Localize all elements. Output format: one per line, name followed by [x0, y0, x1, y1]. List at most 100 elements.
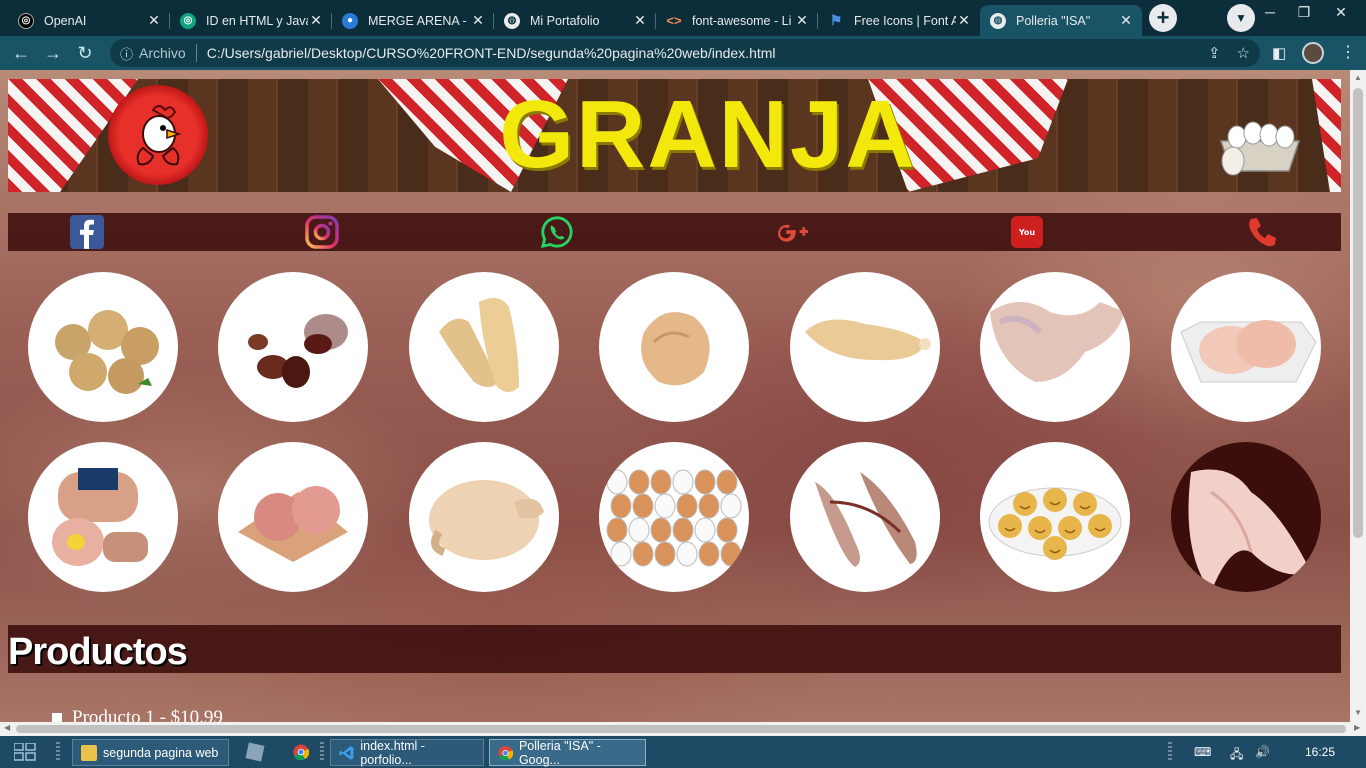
egg	[694, 469, 716, 495]
product-chicken-leg-quarter[interactable]	[980, 272, 1130, 422]
tab-search-button[interactable]: ▼	[1227, 4, 1255, 32]
avatar[interactable]	[1302, 42, 1324, 64]
bullet-icon	[52, 713, 62, 722]
more-menu-icon[interactable]: ⋮	[1340, 42, 1356, 62]
tab-title: Mi Portafolio	[530, 13, 600, 28]
taskbar-grip	[56, 742, 60, 762]
bookmark-star-icon[interactable]: ☆	[1237, 44, 1250, 62]
egg	[676, 493, 698, 519]
egg	[650, 469, 672, 495]
close-icon[interactable]: ✕	[308, 12, 324, 29]
product-eggs[interactable]	[599, 442, 749, 592]
tab-title: Free Icons | Font A	[854, 13, 956, 28]
product-stuffed-roll[interactable]	[28, 442, 178, 592]
egg	[698, 493, 720, 519]
google-plus-link[interactable]	[775, 215, 809, 249]
instagram-link[interactable]	[305, 215, 339, 249]
volume-icon[interactable]: 🔊	[1255, 745, 1270, 759]
arrow-right-icon: →	[44, 43, 62, 63]
address-bar[interactable]: ⓘ Archivo C:/Users/gabriel/Desktop/CURSO…	[110, 39, 1260, 67]
task-file-explorer[interactable]: segunda pagina web	[72, 739, 229, 766]
stuffed-roll-icon	[52, 468, 148, 566]
close-icon[interactable]: ✕	[794, 12, 810, 29]
tab-id-html[interactable]: ◎ ID en HTML y Java ✕	[170, 5, 332, 36]
product-chicken-thigh[interactable]	[599, 272, 749, 422]
smiley-nugget	[1073, 492, 1097, 516]
close-icon[interactable]: ✕	[632, 12, 648, 29]
restore-icon: ❐	[1297, 4, 1311, 20]
scroll-up-icon[interactable]: ▲	[1353, 73, 1363, 82]
scroll-thumb[interactable]	[16, 725, 1346, 733]
patties-icon	[238, 486, 348, 562]
product-chicken-carcass[interactable]	[790, 442, 940, 592]
tab-merge-arena[interactable]: ● MERGE ARENA - Ju ✕	[332, 5, 494, 36]
chrome-icon[interactable]	[293, 744, 309, 760]
tab-polleria-isa[interactable]: ◍ Polleria "ISA" ✕	[980, 5, 1142, 36]
close-icon[interactable]: ✕	[1118, 12, 1134, 29]
chicken-breast-icon	[1180, 320, 1317, 383]
egg	[628, 517, 650, 543]
network-icon[interactable]: 🖧	[1230, 745, 1243, 766]
product-chicken-breast[interactable]	[1171, 272, 1321, 422]
info-icon[interactable]: ⓘ	[120, 44, 133, 63]
product-chicken-wing[interactable]	[1171, 442, 1321, 592]
reload-button[interactable]: ↻	[72, 40, 98, 66]
header-banner: GRANJA "ISA"	[8, 79, 1341, 192]
tab-openai[interactable]: ◎ OpenAI ✕	[8, 5, 170, 36]
egg	[698, 541, 720, 567]
scroll-thumb[interactable]	[1353, 88, 1363, 538]
start-grid-icon[interactable]	[14, 743, 36, 761]
scroll-left-icon[interactable]: ◀	[4, 723, 10, 732]
whatsapp-link[interactable]	[540, 215, 574, 249]
egg	[606, 469, 628, 495]
product-smiley-nuggets[interactable]	[980, 442, 1130, 592]
snip-icon[interactable]	[245, 742, 265, 762]
forward-button[interactable]: →	[40, 40, 66, 66]
task-label: segunda pagina web	[103, 745, 219, 760]
back-button[interactable]: ←	[8, 40, 34, 66]
egg	[672, 469, 694, 495]
tab-mi-portafolio[interactable]: ◍ Mi Portafolio ✕	[494, 5, 656, 36]
scroll-right-icon[interactable]: ▶	[1354, 723, 1360, 732]
close-window-button[interactable]: ✕	[1326, 4, 1356, 24]
section-title: Productos	[8, 631, 188, 673]
address-url[interactable]: C:/Users/gabriel/Desktop/CURSO%20FRONT-E…	[207, 45, 776, 61]
close-icon[interactable]: ✕	[146, 12, 162, 29]
product-breaded-fillet[interactable]	[409, 272, 559, 422]
croquettes-icon	[55, 310, 159, 394]
chevron-down-icon: ▼	[1235, 11, 1247, 25]
share-icon[interactable]: ⇪	[1208, 44, 1221, 62]
close-icon[interactable]: ✕	[956, 12, 972, 29]
youtube-link[interactable]: You	[1010, 215, 1044, 249]
facebook-link[interactable]	[70, 215, 104, 249]
task-chrome[interactable]: Polleria "ISA" - Goog...	[489, 739, 646, 767]
egg	[694, 517, 716, 543]
banner-title: GRANJA "ISA"	[499, 81, 917, 193]
scroll-down-icon[interactable]: ▼	[1353, 708, 1363, 717]
side-panel-icon[interactable]: ◧	[1272, 44, 1286, 62]
list-item: Producto 1 - $10.99	[52, 707, 223, 722]
tab-font-awesome[interactable]: <> font-awesome - Li ✕	[656, 5, 818, 36]
new-tab-button[interactable]: +	[1149, 4, 1177, 32]
egg	[716, 517, 738, 543]
close-icon[interactable]: ✕	[470, 12, 486, 29]
maximize-button[interactable]: ❐	[1289, 4, 1319, 24]
keyboard-icon[interactable]: ⌨	[1194, 745, 1211, 759]
egg	[650, 517, 672, 543]
vscode-icon	[339, 745, 354, 760]
vertical-scrollbar[interactable]: ▲ ▼	[1350, 70, 1366, 722]
product-chicken-drumstick[interactable]	[790, 272, 940, 422]
minimize-button[interactable]: ─	[1255, 4, 1285, 24]
tab-free-icons[interactable]: ⚑ Free Icons | Font A ✕	[818, 5, 980, 36]
horizontal-scrollbar[interactable]: ◀ ▶	[0, 722, 1366, 736]
eggs-icon	[606, 469, 742, 567]
phone-link[interactable]	[1245, 215, 1279, 249]
smiley-nugget	[1043, 536, 1067, 560]
clock[interactable]: 16:25	[1305, 745, 1335, 759]
product-whole-chicken[interactable]	[409, 442, 559, 592]
product-chicken-liver[interactable]	[218, 272, 368, 422]
task-vscode[interactable]: index.html - porfolio...	[330, 739, 484, 767]
product-croquettes[interactable]	[28, 272, 178, 422]
product-burger-patties[interactable]	[218, 442, 368, 592]
productos-header: Productos	[8, 625, 1341, 673]
